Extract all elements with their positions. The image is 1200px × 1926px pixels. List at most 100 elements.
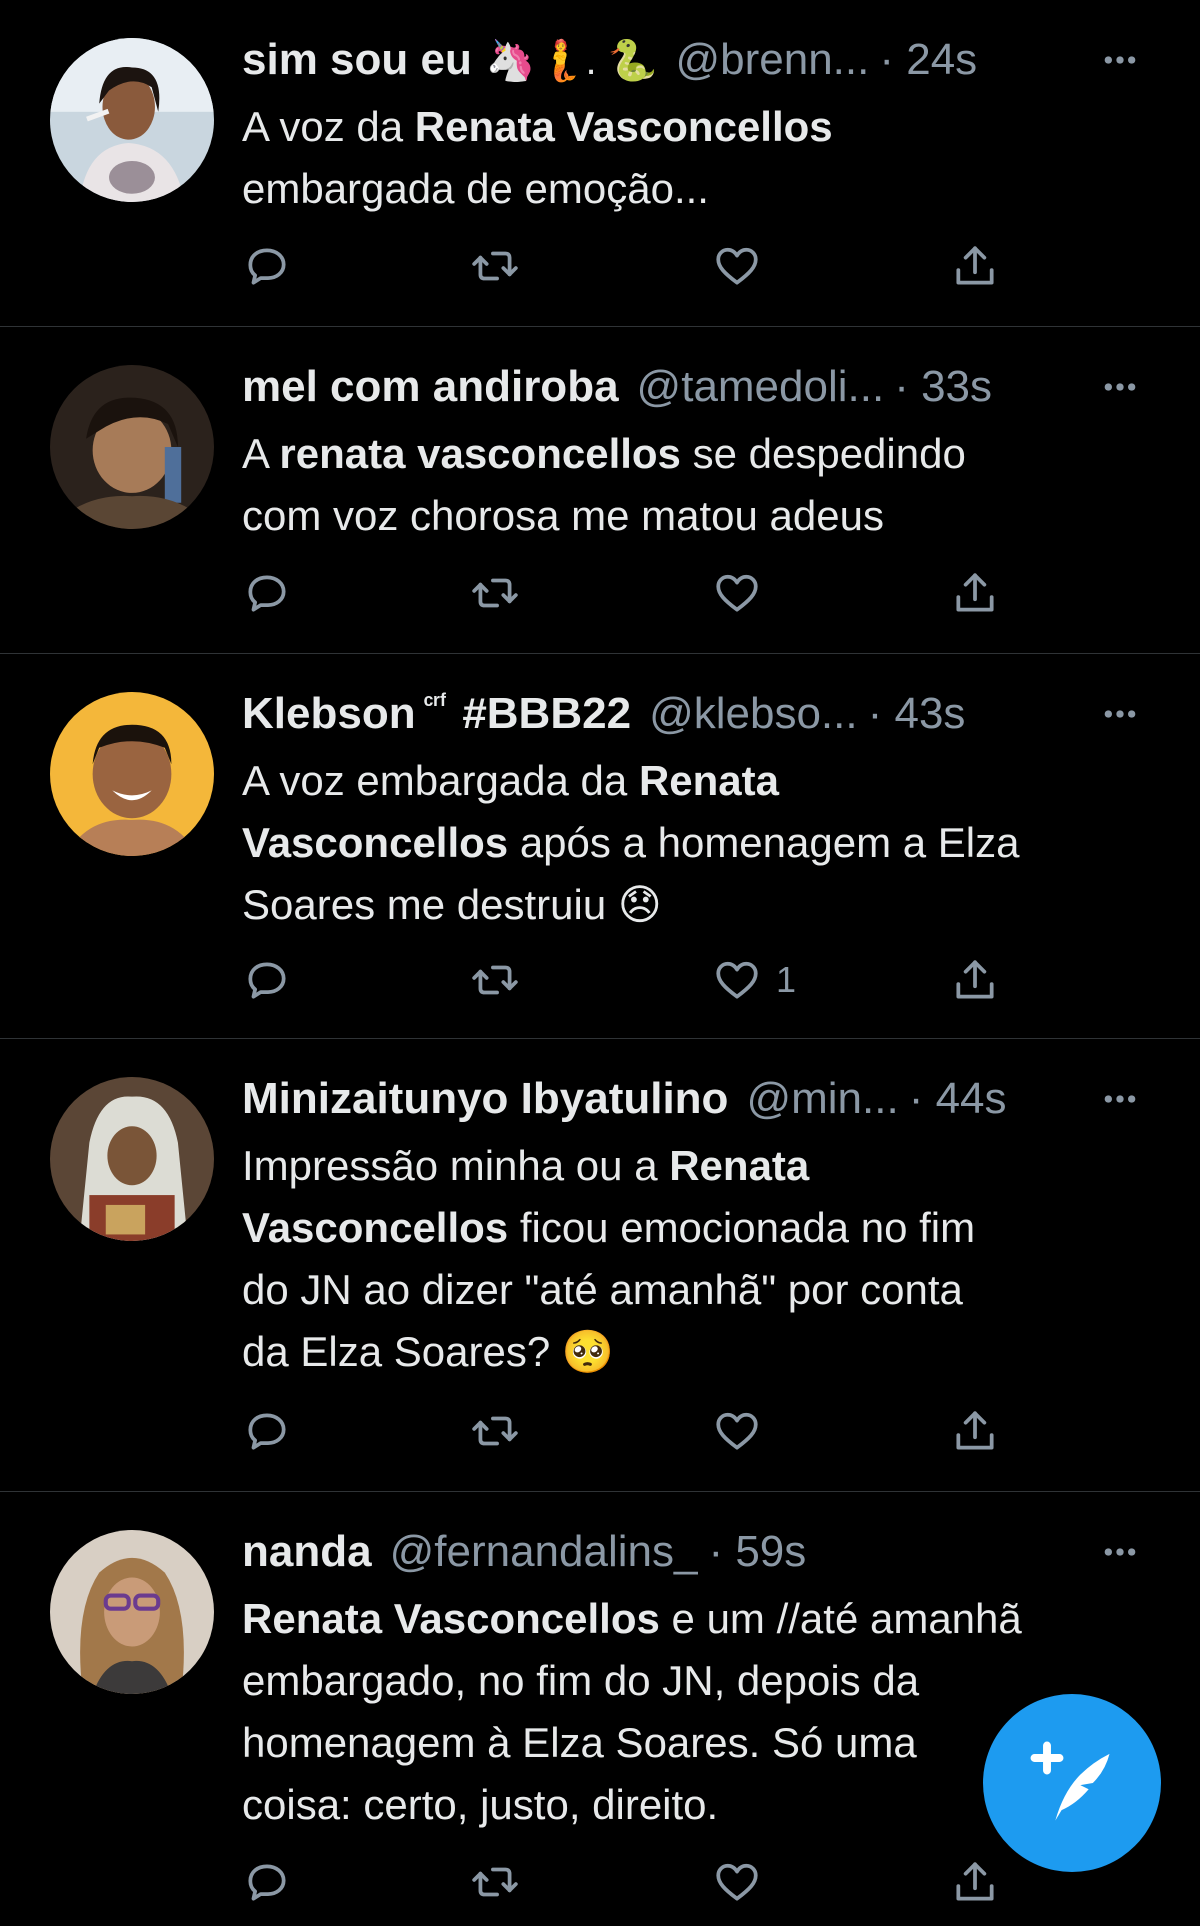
tweet[interactable]: sim sou eu 🦄🧜. 🐍 @brenn... · 24s A voz d… xyxy=(0,0,1200,327)
text-highlight: Renata xyxy=(638,757,779,804)
more-icon[interactable] xyxy=(1098,1077,1142,1121)
retweet-button[interactable] xyxy=(470,950,520,1010)
more-icon[interactable] xyxy=(1098,1530,1142,1574)
retweet-button[interactable] xyxy=(470,1401,520,1461)
like-button[interactable]: 1 xyxy=(712,950,796,1010)
reply-icon xyxy=(248,1864,286,1901)
like-button[interactable] xyxy=(712,1852,762,1912)
tweet-header: Klebson ᶜʳᶠ #BBB22 @klebso... · 43s xyxy=(242,686,1160,742)
text-segment: do JN ao dizer "até amanhã" por conta xyxy=(242,1266,963,1313)
tweet-actions xyxy=(242,1401,1080,1461)
text-segment: coisa: certo, justo, direito. xyxy=(242,1781,719,1828)
share-button[interactable] xyxy=(950,1401,1000,1461)
retweet-icon xyxy=(472,1416,518,1446)
like-button[interactable] xyxy=(712,236,762,296)
text-segment: homenagem à Elza Soares. Só uma xyxy=(242,1719,917,1766)
timestamp[interactable]: · 44s xyxy=(909,1074,1007,1124)
text-segment: embargado, no fim do JN, depois da xyxy=(242,1657,920,1704)
heart-icon xyxy=(716,247,758,285)
display-name[interactable]: Minizaitunyo Ibyatulino xyxy=(242,1074,728,1124)
timestamp[interactable]: · 43s xyxy=(868,689,966,739)
compose-tweet-button[interactable] xyxy=(983,1694,1161,1872)
reply-icon xyxy=(248,575,286,612)
tweet-actions: 1 xyxy=(242,950,1080,1010)
timestamp[interactable]: · 59s xyxy=(708,1527,806,1577)
share-button[interactable] xyxy=(950,950,1000,1010)
tweet-actions xyxy=(242,1852,1080,1912)
share-button[interactable] xyxy=(950,1852,1000,1912)
text-segment: da Elza Soares? 🥺 xyxy=(242,1328,615,1375)
display-name[interactable]: mel com andiroba xyxy=(242,362,619,412)
compose-tweet-icon xyxy=(1030,1741,1110,1821)
reply-icon xyxy=(248,962,286,999)
tweet[interactable]: Minizaitunyo Ibyatulino @min... · 44s Im… xyxy=(0,1039,1200,1492)
heart-icon xyxy=(716,1863,758,1901)
more-icon[interactable] xyxy=(1098,38,1142,82)
share-icon xyxy=(956,960,994,999)
text-segment: se despedindo xyxy=(680,430,966,477)
tweet-header: mel com andiroba @tamedoli... · 33s xyxy=(242,359,1160,415)
username-handle[interactable]: @klebso... xyxy=(649,689,858,739)
retweet-icon xyxy=(472,1867,518,1897)
tweet[interactable]: nanda @fernandalins_ · 59s Renata Vascon… xyxy=(0,1492,1200,1926)
retweet-button[interactable] xyxy=(470,1852,520,1912)
timestamp[interactable]: · 33s xyxy=(894,362,992,412)
name-superscript: ᶜʳᶠ xyxy=(423,688,447,718)
reply-button[interactable] xyxy=(242,236,292,296)
share-icon xyxy=(956,573,994,612)
tweet-actions xyxy=(242,236,1080,296)
reply-button[interactable] xyxy=(242,1852,292,1912)
retweet-button[interactable] xyxy=(470,236,520,296)
username-handle[interactable]: @brenn... xyxy=(675,35,869,85)
text-segment: embargada de emoção... xyxy=(242,165,709,212)
tweet-text: A voz da Renata Vasconcellos embargada d… xyxy=(242,96,1150,220)
like-button[interactable] xyxy=(712,563,762,623)
text-segment: e um //até amanhã xyxy=(659,1595,1022,1642)
text-segment: A voz embargada da xyxy=(242,757,639,804)
retweet-button[interactable] xyxy=(470,563,520,623)
avatar[interactable] xyxy=(50,365,214,529)
avatar[interactable] xyxy=(50,38,214,202)
display-name[interactable]: nanda xyxy=(242,1527,372,1577)
tweet[interactable]: mel com andiroba @tamedoli... · 33s A re… xyxy=(0,327,1200,654)
name-emoji: 🦄🧜. 🐍 xyxy=(485,38,658,83)
tweet-header: Minizaitunyo Ibyatulino @min... · 44s xyxy=(242,1071,1160,1127)
more-icon[interactable] xyxy=(1098,365,1142,409)
avatar[interactable] xyxy=(50,692,214,856)
reply-button[interactable] xyxy=(242,1401,292,1461)
like-count: 1 xyxy=(776,959,797,1000)
avatar[interactable] xyxy=(50,1077,214,1241)
share-button[interactable] xyxy=(950,563,1000,623)
username-handle[interactable]: @fernandalins_ xyxy=(390,1527,699,1577)
text-highlight: Renata xyxy=(669,1142,810,1189)
display-name[interactable]: sim sou eu xyxy=(242,35,472,85)
display-name[interactable]: Klebson xyxy=(242,689,416,739)
reply-icon xyxy=(248,1413,286,1450)
tweet-text: A renata vasconcellos se despedindo com … xyxy=(242,423,1150,547)
timeline-feed: sim sou eu 🦄🧜. 🐍 @brenn... · 24s A voz d… xyxy=(0,0,1200,1926)
avatar[interactable] xyxy=(50,1530,214,1694)
text-segment: ficou emocionada no fim xyxy=(508,1204,976,1251)
reply-button[interactable] xyxy=(242,563,292,623)
text-highlight: Renata Vasconcellos xyxy=(242,1595,660,1642)
reply-button[interactable] xyxy=(242,950,292,1010)
text-highlight: Renata Vasconcellos xyxy=(414,103,833,150)
name-hashtag: #BBB22 xyxy=(462,689,632,738)
like-button[interactable] xyxy=(712,1401,762,1461)
tweet-text: Impressão minha ou a Renata Vasconcellos… xyxy=(242,1135,1150,1383)
heart-icon xyxy=(716,574,758,612)
tweet-text: A voz embargada da Renata Vasconcellos a… xyxy=(242,750,1150,936)
text-segment: A xyxy=(242,430,280,477)
more-icon[interactable] xyxy=(1098,692,1142,736)
share-button[interactable] xyxy=(950,236,1000,296)
username-handle[interactable]: @min... xyxy=(746,1074,898,1124)
tweet-header: nanda @fernandalins_ · 59s xyxy=(242,1524,1160,1580)
tweet[interactable]: Klebson ᶜʳᶠ #BBB22 @klebso... · 43s A vo… xyxy=(0,654,1200,1039)
username-handle[interactable]: @tamedoli... xyxy=(637,362,885,412)
tweet-header: sim sou eu 🦄🧜. 🐍 @brenn... · 24s xyxy=(242,32,1160,88)
tweet-actions xyxy=(242,563,1080,623)
timestamp[interactable]: · 24s xyxy=(879,35,977,85)
retweet-icon xyxy=(472,251,518,281)
heart-icon xyxy=(716,1412,758,1450)
text-highlight: Vasconcellos xyxy=(242,1204,509,1251)
